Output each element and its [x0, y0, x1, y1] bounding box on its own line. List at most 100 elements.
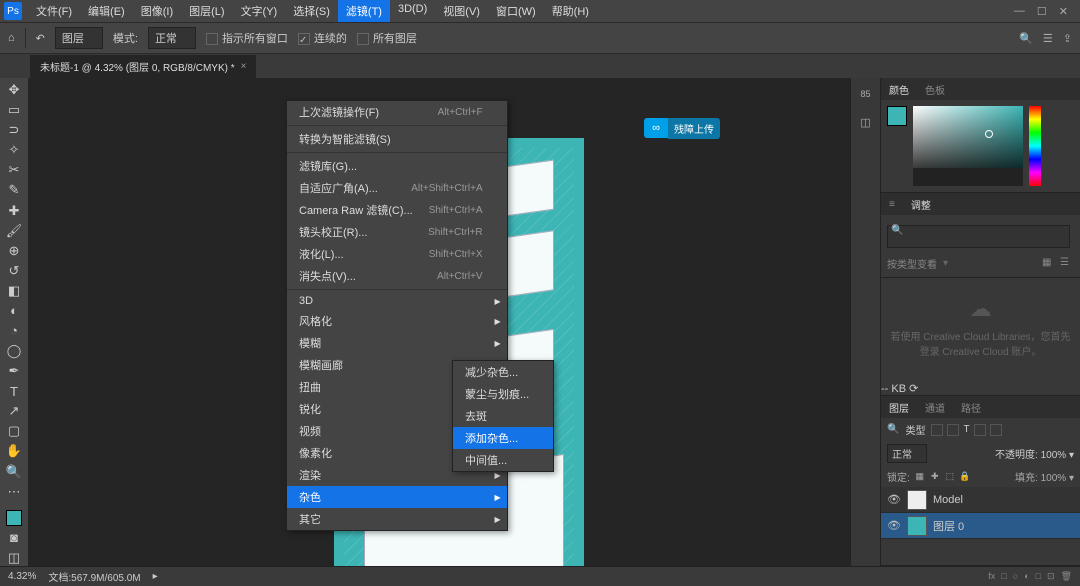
- screenmode-tool[interactable]: ◫: [3, 550, 25, 566]
- layer-row[interactable]: 👁图层 0: [881, 513, 1080, 539]
- indicate-checkbox[interactable]: 指示所有窗口: [206, 30, 288, 46]
- filter-smart[interactable]: 转换为智能滤镜(S): [287, 128, 507, 150]
- workspace-icon[interactable]: ☰: [1043, 32, 1053, 45]
- marquee-tool[interactable]: ▭: [3, 102, 25, 118]
- dodge-tool[interactable]: ◯: [3, 343, 25, 359]
- status-icon-1[interactable]: □: [1001, 571, 1006, 582]
- status-icon-5[interactable]: ⊡: [1047, 571, 1055, 582]
- menu-2[interactable]: 图像(I): [133, 0, 181, 22]
- blend-mode-dropdown[interactable]: 正常: [887, 444, 927, 463]
- hue-slider[interactable]: [1029, 106, 1041, 186]
- status-icon-2[interactable]: ○: [1013, 571, 1018, 582]
- filter-item-a-0[interactable]: 滤镜库(G)...: [287, 155, 507, 177]
- filter-recent[interactable]: 上次滤镜操作(F)Alt+Ctrl+F: [287, 101, 507, 123]
- tab-color[interactable]: 颜色: [887, 78, 911, 101]
- filter-adj-icon[interactable]: [947, 424, 959, 436]
- quickmask-tool[interactable]: ◙: [3, 530, 25, 546]
- hand-tool[interactable]: ✋: [3, 443, 25, 459]
- cloud-upload-badge[interactable]: ∞ 残障上传: [644, 118, 720, 138]
- status-icon-6[interactable]: 🗑: [1061, 571, 1072, 582]
- layer-dropdown[interactable]: 图层: [55, 27, 103, 49]
- strip-icon-hist[interactable]: ◫: [856, 112, 876, 132]
- filter-item-b-2[interactable]: 模糊: [287, 332, 507, 354]
- menu-7[interactable]: 3D(D): [390, 0, 435, 22]
- consecutive-checkbox[interactable]: 连续的: [298, 30, 347, 46]
- filter-pix-icon[interactable]: [931, 424, 943, 436]
- menu-9[interactable]: 窗口(W): [488, 0, 544, 22]
- status-icon-3[interactable]: ◐: [1024, 571, 1029, 582]
- doc-info[interactable]: 文档:567.9M/605.0M: [48, 569, 140, 584]
- status-icon-4[interactable]: □: [1036, 571, 1041, 582]
- noise-item-2[interactable]: 去斑: [453, 405, 553, 427]
- filter-item-a-1[interactable]: 自适应广角(A)...Alt+Shift+Ctrl+A: [287, 177, 507, 199]
- path-tool[interactable]: ↗: [3, 403, 25, 419]
- foreground-swatch[interactable]: [887, 106, 907, 126]
- shape-tool[interactable]: ▢: [3, 423, 25, 439]
- lock-pos-icon[interactable]: ✚: [929, 471, 941, 483]
- noise-item-4[interactable]: 中间值...: [453, 449, 553, 471]
- wand-tool[interactable]: ✧: [3, 142, 25, 158]
- document-tab[interactable]: 未标题-1 @ 4.32% (图层 0, RGB/8/CMYK) * ×: [30, 55, 256, 78]
- tab-channels[interactable]: 通道: [923, 396, 947, 419]
- mode-dropdown[interactable]: 正常: [148, 27, 196, 49]
- share-icon[interactable]: ⇪: [1063, 32, 1072, 45]
- menu-8[interactable]: 视图(V): [435, 0, 488, 22]
- brush-tool[interactable]: 🖌: [3, 223, 25, 239]
- filter-item-a-3[interactable]: 镜头校正(R)...Shift+Ctrl+R: [287, 221, 507, 243]
- eyedropper-tool[interactable]: ✎: [3, 182, 25, 198]
- status-icon-0[interactable]: fx: [988, 571, 995, 582]
- noise-item-0[interactable]: 减少杂色...: [453, 361, 553, 383]
- filter-item-a-2[interactable]: Camera Raw 滤镜(C)...Shift+Ctrl+A: [287, 199, 507, 221]
- history-icon[interactable]: ↶: [36, 32, 45, 45]
- tab-paths[interactable]: 路径: [959, 396, 983, 419]
- gradient-tool[interactable]: ◐: [3, 303, 25, 319]
- filter-item-b-10[interactable]: 其它: [287, 508, 507, 530]
- filter-text-icon[interactable]: T: [963, 424, 969, 435]
- tab-lib-icon[interactable]: ≡: [887, 195, 897, 214]
- tab-layers[interactable]: 图层: [887, 396, 911, 419]
- lock-pix-icon[interactable]: ▦: [914, 471, 926, 483]
- more-tools[interactable]: ⋯: [3, 484, 25, 500]
- filter-item-b-1[interactable]: 风格化: [287, 310, 507, 332]
- menu-1[interactable]: 编辑(E): [80, 0, 133, 22]
- blur-tool[interactable]: ◔: [3, 323, 25, 339]
- close-icon[interactable]: ✕: [1059, 5, 1068, 18]
- crop-tool[interactable]: ✂: [3, 162, 25, 178]
- pen-tool[interactable]: ✒: [3, 363, 25, 379]
- lock-all-icon[interactable]: 🔒: [959, 471, 971, 483]
- filter-item-b-0[interactable]: 3D: [287, 292, 507, 310]
- color-field[interactable]: [913, 106, 1023, 186]
- type-tool[interactable]: T: [3, 383, 25, 399]
- move-tool[interactable]: ✥: [3, 82, 25, 98]
- fill-value[interactable]: 100%: [1041, 473, 1067, 484]
- filter-smart-icon[interactable]: [990, 424, 1002, 436]
- noise-item-3[interactable]: 添加杂色...: [453, 427, 553, 449]
- filter-item-a-5[interactable]: 消失点(V)...Alt+Ctrl+V: [287, 265, 507, 287]
- search-icon[interactable]: 🔍: [1019, 32, 1033, 45]
- lasso-tool[interactable]: ⊃: [3, 122, 25, 138]
- canvas-area[interactable]: 上次滤镜操作(F)Alt+Ctrl+F 转换为智能滤镜(S) 滤镜库(G)...…: [28, 78, 850, 566]
- filter-item-a-4[interactable]: 液化(L)...Shift+Ctrl+X: [287, 243, 507, 265]
- visibility-icon[interactable]: 👁: [887, 519, 901, 532]
- filter-item-b-9[interactable]: 杂色: [287, 486, 507, 508]
- filter-shape-icon[interactable]: [974, 424, 986, 436]
- list-view-icon[interactable]: ☰: [1060, 257, 1074, 271]
- tab-swatches[interactable]: 色板: [923, 78, 947, 101]
- menu-0[interactable]: 文件(F): [28, 0, 80, 22]
- heal-tool[interactable]: ✚: [3, 202, 25, 218]
- grid-view-icon[interactable]: ▦: [1042, 257, 1056, 271]
- foreground-background-swatch[interactable]: [3, 510, 25, 526]
- all-layers-checkbox[interactable]: 所有图层: [357, 30, 417, 46]
- menu-6[interactable]: 滤镜(T): [338, 0, 390, 22]
- tab-close-icon[interactable]: ×: [241, 61, 247, 72]
- tab-adjust[interactable]: 调整: [909, 193, 933, 216]
- visibility-icon[interactable]: 👁: [887, 493, 901, 506]
- menu-3[interactable]: 图层(L): [181, 0, 232, 22]
- menu-4[interactable]: 文字(Y): [233, 0, 286, 22]
- history-brush-tool[interactable]: ↺: [3, 263, 25, 279]
- opacity-value[interactable]: 100%: [1041, 450, 1067, 461]
- menu-10[interactable]: 帮助(H): [544, 0, 597, 22]
- zoom-level[interactable]: 4.32%: [8, 571, 36, 582]
- props-search[interactable]: [887, 225, 1070, 248]
- menu-5[interactable]: 选择(S): [285, 0, 338, 22]
